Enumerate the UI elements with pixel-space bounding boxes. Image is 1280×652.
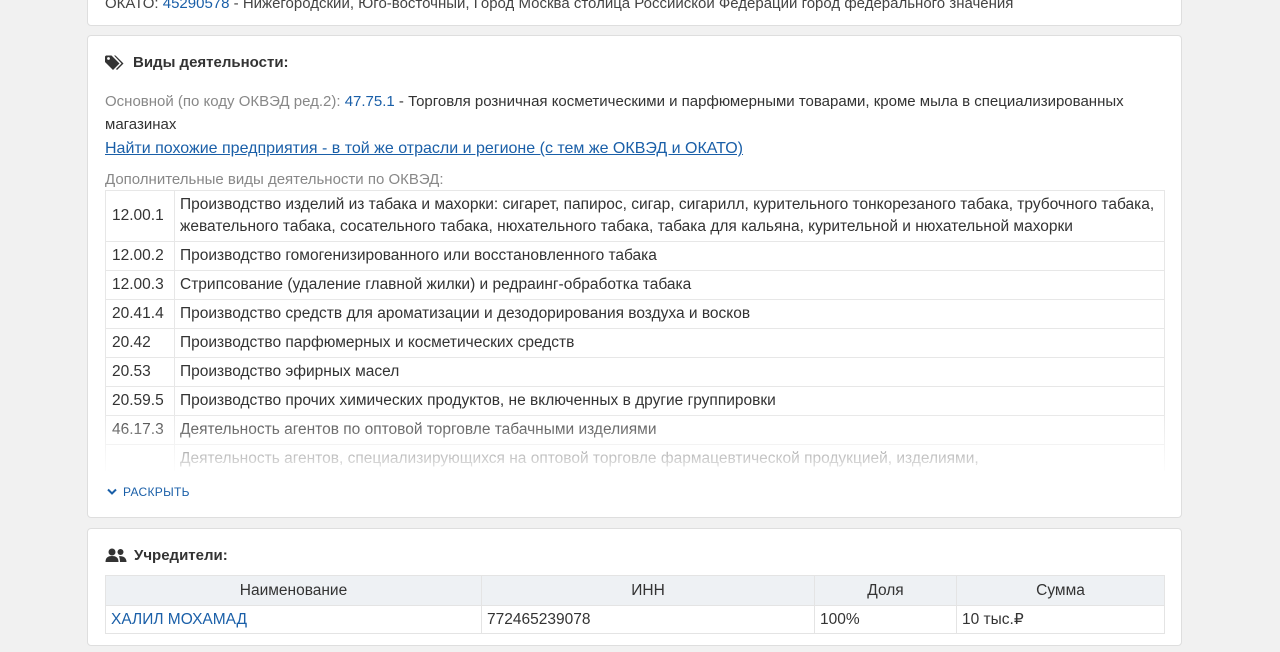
okato-text: - Нижегородский, Юго-восточный, Город Мо… bbox=[233, 0, 1014, 12]
header-inn: ИНН bbox=[481, 575, 815, 606]
okved-code: 20.41.4 bbox=[105, 299, 175, 329]
okved-code: 20.53 bbox=[105, 357, 175, 387]
header-sum: Сумма bbox=[956, 575, 1165, 606]
okved-row: 20.42 Производство парфюмерных и косметич… bbox=[105, 328, 1165, 358]
okved-table-container: 12.00.1 Производство изделий из табака и … bbox=[105, 190, 1165, 471]
founders-header-row: Наименование ИНН Доля Сумма bbox=[105, 575, 1165, 606]
founders-title: Учредители: bbox=[105, 547, 228, 564]
okved-description: Производство изделий из табака и махорки… bbox=[174, 190, 1165, 242]
okved-code bbox=[105, 444, 175, 471]
main-activity-code-link[interactable]: 47.75.1 bbox=[345, 93, 395, 110]
okved-code: 46.17.3 bbox=[105, 415, 175, 445]
okved-row: 12.00.1 Производство изделий из табака и … bbox=[105, 190, 1165, 242]
okved-row: 46.17.3 Деятельность агентов по оптовой т… bbox=[105, 415, 1165, 445]
okved-row: 12.00.3 Стрипсование (удаление главной жи… bbox=[105, 270, 1165, 300]
okved-description: Производство парфюмерных и косметических… bbox=[174, 328, 1165, 358]
header-share: Доля bbox=[814, 575, 957, 606]
okved-row: 20.59.5 Производство прочих химических пр… bbox=[105, 386, 1165, 416]
okved-code: 12.00.3 bbox=[105, 270, 175, 300]
activities-card: Виды деятельности: Основной (по коду ОКВ… bbox=[87, 35, 1182, 518]
okved-description: Производство эфирных масел bbox=[174, 357, 1165, 387]
okved-description: Производство прочих химических продуктов… bbox=[174, 386, 1165, 416]
okved-code: 20.59.5 bbox=[105, 386, 175, 416]
similar-companies-link[interactable]: Найти похожие предприятия - в той же отр… bbox=[105, 140, 743, 158]
main-activity-label: Основной (по коду ОКВЭД ред.2): bbox=[105, 93, 341, 110]
founder-row: ХАЛИЛ МОХАМАД 772465239078 100% 10 тыс.₽ bbox=[105, 605, 1165, 634]
founders-title-text: Учредители: bbox=[134, 547, 228, 564]
okved-row: 12.00.2 Производство гомогенизированного … bbox=[105, 241, 1165, 271]
expand-button[interactable]: РАСКРЫТЬ bbox=[107, 485, 190, 499]
main-activity: Основной (по коду ОКВЭД ред.2): 47.75.1 … bbox=[105, 90, 1145, 136]
okato-line: ОКАТО: 45290578 - Нижегородский, Юго-вос… bbox=[105, 0, 1013, 12]
activities-title: Виды деятельности: bbox=[105, 54, 289, 71]
okved-description: Деятельность агентов, специализирующихся… bbox=[174, 444, 1165, 471]
okato-label: ОКАТО: bbox=[105, 0, 159, 12]
okved-code: 20.42 bbox=[105, 328, 175, 358]
okved-description: Стрипсование (удаление главной жилки) и … bbox=[174, 270, 1165, 300]
okved-row: 20.53 Производство эфирных масел bbox=[105, 357, 1165, 387]
founder-name-link[interactable]: ХАЛИЛ МОХАМАД bbox=[111, 611, 247, 628]
founder-share: 100% bbox=[814, 605, 957, 634]
activities-title-text: Виды деятельности: bbox=[133, 54, 289, 71]
expand-label: РАСКРЫТЬ bbox=[123, 485, 190, 499]
header-name: Наименование bbox=[105, 575, 482, 606]
okved-description: Производство средств для ароматизации и … bbox=[174, 299, 1165, 329]
chevron-down-icon bbox=[107, 488, 117, 495]
okved-row: Деятельность агентов, специализирующихся… bbox=[105, 444, 1165, 471]
founder-inn: 772465239078 bbox=[481, 605, 815, 634]
okato-card: ОКАТО: 45290578 - Нижегородский, Юго-вос… bbox=[87, 0, 1182, 26]
founder-sum: 10 тыс.₽ bbox=[956, 605, 1165, 634]
tags-icon bbox=[105, 55, 124, 70]
founders-table: Наименование ИНН Доля Сумма ХАЛИЛ МОХАМА… bbox=[105, 575, 1165, 634]
users-icon bbox=[105, 548, 127, 562]
okved-description: Производство гомогенизированного или вос… bbox=[174, 241, 1165, 271]
extra-activities-label: Дополнительные виды деятельности по ОКВЭ… bbox=[105, 171, 444, 188]
okved-description: Деятельность агентов по оптовой торговле… bbox=[174, 415, 1165, 445]
okved-code: 12.00.2 bbox=[105, 241, 175, 271]
founder-name-cell: ХАЛИЛ МОХАМАД bbox=[105, 605, 482, 634]
founders-card: Учредители: Наименование ИНН Доля Сумма … bbox=[87, 528, 1182, 646]
okato-code-link[interactable]: 45290578 bbox=[163, 0, 230, 12]
okved-table: 12.00.1 Производство изделий из табака и … bbox=[105, 190, 1165, 471]
okved-code: 12.00.1 bbox=[105, 190, 175, 242]
okved-row: 20.41.4 Производство средств для ароматиз… bbox=[105, 299, 1165, 329]
